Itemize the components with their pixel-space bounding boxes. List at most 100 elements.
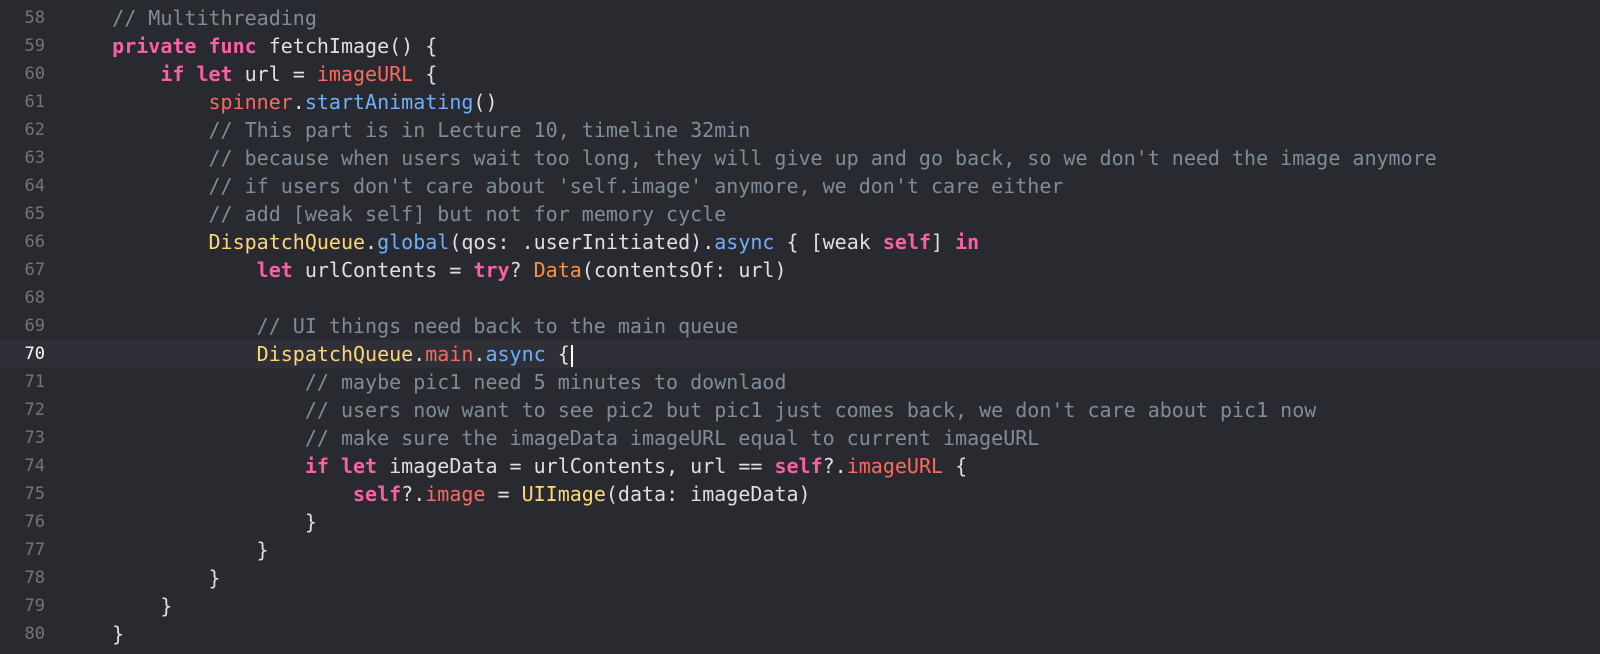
code-token: // make sure the imageData imageURL equa… xyxy=(304,426,1040,450)
code-token: UIImage xyxy=(521,482,606,506)
code-token: // maybe pic1 need 5 minutes to downlaod xyxy=(304,370,787,394)
code-token: ?. xyxy=(401,482,426,506)
code-token: if xyxy=(160,62,185,86)
code-line[interactable]: 67 let urlContents = try? Data(contentsO… xyxy=(0,256,1600,284)
line-number: 69 xyxy=(24,316,45,336)
code-line[interactable]: 70 DispatchQueue.main.async { xyxy=(0,340,1600,368)
code-token: startAnimating xyxy=(304,90,474,114)
code-token: ?. xyxy=(822,454,847,478)
code-editor[interactable]: 58 // Multithreading 59 private func fetc… xyxy=(0,0,1600,654)
code-line[interactable]: 68 xyxy=(0,284,1600,312)
code-line[interactable]: 59 private func fetchImage() { xyxy=(0,32,1600,60)
code-token: imageURL xyxy=(316,62,414,86)
line-code: let urlContents = try? Data(contentsOf: … xyxy=(64,256,787,284)
line-code: } xyxy=(64,564,221,592)
line-number: 77 xyxy=(24,540,45,560)
line-number: 70 xyxy=(24,344,45,364)
code-token: . xyxy=(292,90,305,114)
line-code: DispatchQueue.main.async { xyxy=(64,340,573,368)
line-number: 63 xyxy=(24,148,45,168)
code-token: } xyxy=(256,538,269,562)
code-token: image xyxy=(425,482,486,506)
code-token: Data xyxy=(533,258,582,282)
code-token: imageURL xyxy=(846,454,944,478)
code-line[interactable]: 74 if let imageData = urlContents, url =… xyxy=(0,452,1600,480)
code-token: . xyxy=(365,230,378,254)
code-token: in xyxy=(955,230,980,254)
code-line[interactable]: 76 } xyxy=(0,508,1600,536)
code-token: (contentsOf: url) xyxy=(581,258,787,282)
code-token: . xyxy=(413,342,426,366)
line-code: } xyxy=(64,536,269,564)
code-token: (qos: .userInitiated). xyxy=(449,230,715,254)
line-number: 66 xyxy=(24,232,45,252)
code-token: () xyxy=(473,90,498,114)
code-line[interactable]: 62 // This part is in Lecture 10, timeli… xyxy=(0,116,1600,144)
line-code: // add [weak self] but not for memory cy… xyxy=(64,200,727,228)
code-token: // UI things need back to the main queue xyxy=(256,314,739,338)
line-code: } xyxy=(64,508,317,536)
code-line[interactable]: 77 } xyxy=(0,536,1600,564)
code-token: self xyxy=(882,230,932,254)
code-token: { xyxy=(545,342,570,366)
code-token: // add [weak self] but not for memory cy… xyxy=(208,202,727,226)
code-token: imageData = urlContents, url == xyxy=(377,454,775,478)
code-line[interactable]: 63 // because when users wait too long, … xyxy=(0,144,1600,172)
code-token: try xyxy=(473,258,510,282)
code-line[interactable]: 71 // maybe pic1 need 5 minutes to downl… xyxy=(0,368,1600,396)
code-line[interactable]: 66 DispatchQueue.global(qos: .userInitia… xyxy=(0,228,1600,256)
code-token: DispatchQueue xyxy=(256,342,414,366)
code-token: // because when users wait too long, the… xyxy=(208,146,1437,170)
line-number: 73 xyxy=(24,428,45,448)
line-number: 80 xyxy=(24,624,45,644)
line-code: // users now want to see pic2 but pic1 j… xyxy=(64,396,1316,424)
code-token: async xyxy=(714,230,775,254)
code-line[interactable]: 79 } xyxy=(0,592,1600,620)
code-token: } xyxy=(208,566,221,590)
code-line[interactable]: 61 spinner.startAnimating() xyxy=(0,88,1600,116)
code-line[interactable]: 75 self?.image = UIImage(data: imageData… xyxy=(0,480,1600,508)
line-code: self?.image = UIImage(data: imageData) xyxy=(64,480,811,508)
code-token: let xyxy=(256,258,293,282)
line-code: } xyxy=(64,620,124,648)
code-line[interactable]: 80 } xyxy=(0,620,1600,648)
code-token: = xyxy=(485,482,522,506)
code-token: { [weak xyxy=(774,230,883,254)
line-code: spinner.startAnimating() xyxy=(64,88,498,116)
code-line[interactable]: 58 // Multithreading xyxy=(0,4,1600,32)
code-line[interactable]: 65 // add [weak self] but not for memory… xyxy=(0,200,1600,228)
code-line[interactable]: 78 } xyxy=(0,564,1600,592)
code-token: let xyxy=(340,454,378,478)
code-token: // Multithreading xyxy=(112,6,317,30)
line-number: 72 xyxy=(24,400,45,420)
line-code: // if users don't care about 'self.image… xyxy=(64,172,1064,200)
code-line[interactable]: 69 // UI things need back to the main qu… xyxy=(0,312,1600,340)
code-token: // This part is in Lecture 10, timeline … xyxy=(208,118,751,142)
code-line[interactable]: 72 // users now want to see pic2 but pic… xyxy=(0,396,1600,424)
line-number: 71 xyxy=(24,372,45,392)
line-number: 60 xyxy=(24,64,45,84)
code-token: } xyxy=(112,622,125,646)
code-token: private xyxy=(112,34,197,58)
code-line[interactable]: 60 if let url = imageURL { xyxy=(0,60,1600,88)
code-line[interactable]: 73 // make sure the imageData imageURL e… xyxy=(0,424,1600,452)
line-code: // maybe pic1 need 5 minutes to downlaod xyxy=(64,368,787,396)
code-token: urlContents = xyxy=(292,258,474,282)
code-line[interactable]: 64 // if users don't care about 'self.im… xyxy=(0,172,1600,200)
line-code: private func fetchImage() { xyxy=(64,32,437,60)
line-code: // UI things need back to the main queue xyxy=(64,312,739,340)
code-token: fetchImage() { xyxy=(256,34,438,58)
